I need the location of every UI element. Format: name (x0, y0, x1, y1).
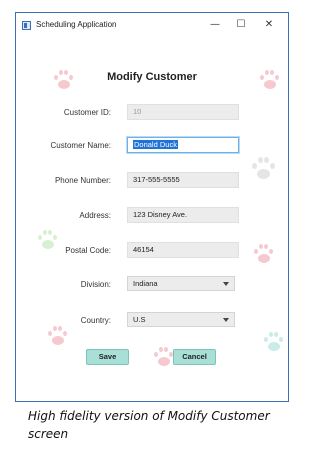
chevron-down-icon (223, 282, 229, 286)
customer-name-label: Customer Name: (50, 141, 111, 150)
chevron-down-icon (223, 318, 229, 322)
window-title: Scheduling Application (36, 20, 117, 29)
phone-field[interactable]: 317-555-5555 (127, 172, 239, 188)
app-icon (22, 21, 31, 30)
country-select[interactable]: U.S (127, 312, 235, 327)
country-label: Country: (80, 316, 111, 325)
country-value: U.S (133, 315, 146, 324)
phone-label: Phone Number: (54, 176, 111, 185)
customer-name-field[interactable]: Donald Duck (127, 137, 239, 153)
cancel-button[interactable]: Cancel (173, 349, 216, 365)
save-button[interactable]: Save (86, 349, 129, 365)
title-bar[interactable]: Scheduling Application — ☐ ✕ (16, 13, 288, 39)
address-field[interactable]: 123 Disney Ave. (127, 207, 239, 223)
postal-code-field[interactable]: 46154 (127, 242, 239, 258)
figure-caption: High fidelity version of Modify Customer… (28, 409, 270, 441)
page-title: Modify Customer (107, 71, 197, 83)
division-label: Division: (80, 280, 111, 289)
form-area: Modify Customer Customer ID: 10 Customer… (16, 39, 288, 401)
maximize-icon[interactable]: ☐ (232, 17, 250, 33)
address-label: Address: (79, 211, 111, 220)
division-select[interactable]: Indiana (127, 276, 235, 291)
close-icon[interactable]: ✕ (260, 17, 278, 33)
customer-id-label: Customer ID: (63, 108, 111, 117)
postal-code-label: Postal Code: (65, 246, 111, 255)
minimize-icon[interactable]: — (206, 17, 224, 33)
app-window: Scheduling Application — ☐ ✕ Modify Cust… (15, 12, 289, 402)
customer-name-value: Donald Duck (133, 140, 178, 149)
division-value: Indiana (133, 279, 158, 288)
customer-id-field: 10 (127, 104, 239, 120)
